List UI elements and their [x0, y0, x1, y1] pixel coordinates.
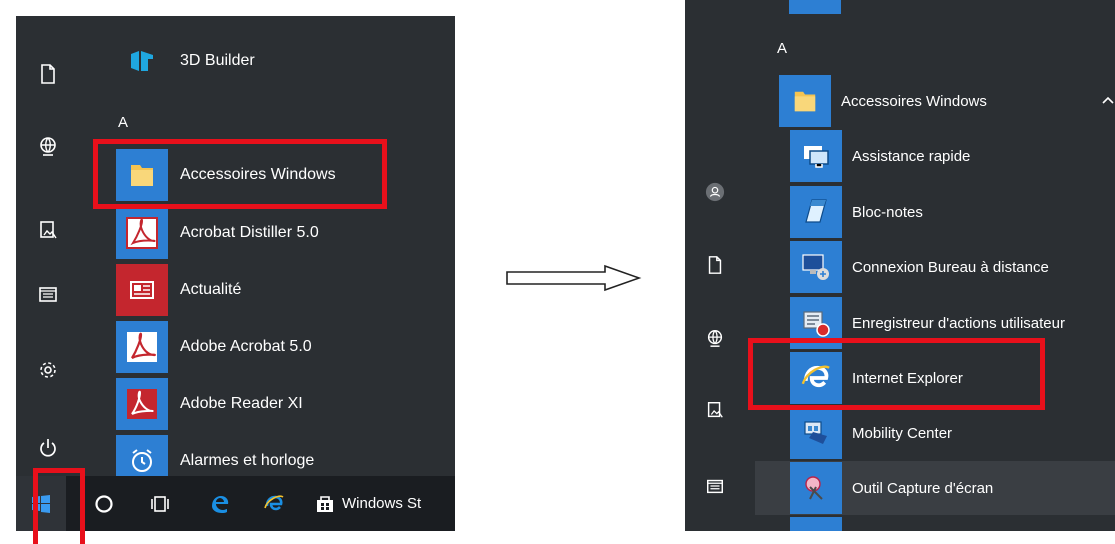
- app-acrobat-distiller[interactable]: Acrobat Distiller 5.0: [116, 205, 455, 261]
- windows-store-label: Windows St: [342, 495, 422, 512]
- network-globe-icon[interactable]: [701, 324, 729, 352]
- file-explorer-icon[interactable]: [34, 280, 62, 308]
- app-label: Alarmes et horloge: [180, 452, 315, 469]
- app-label: Acrobat Distiller 5.0: [180, 224, 319, 241]
- app-tile-partial: [789, 0, 841, 14]
- app-adobe-acrobat[interactable]: Adobe Acrobat 5.0: [116, 319, 455, 375]
- highlight-accessoires-windows: [93, 139, 387, 209]
- app-connexion-bureau-distance[interactable]: Connexion Bureau à distance: [790, 240, 1115, 294]
- chevron-up-icon[interactable]: [1101, 92, 1115, 110]
- transition-arrow-icon: [506, 264, 642, 292]
- app-label: Enregistreur d'actions utilisateur: [852, 314, 1065, 332]
- section-letter-a[interactable]: A: [118, 114, 128, 131]
- windows-store-icon: [314, 493, 336, 515]
- 3d-builder-icon: [116, 35, 168, 87]
- acrobat-distiller-icon: [116, 207, 168, 259]
- photos-icon[interactable]: [701, 396, 729, 424]
- section-letter-a[interactable]: A: [777, 40, 787, 57]
- notepad-icon: [790, 186, 842, 238]
- folder-icon: [779, 75, 831, 127]
- user-avatar-icon[interactable]: [701, 178, 729, 206]
- adobe-acrobat-icon: [116, 321, 168, 373]
- app-assistance-rapide[interactable]: Assistance rapide: [790, 129, 1115, 183]
- settings-gear-icon[interactable]: [34, 356, 62, 384]
- app-label: Adobe Reader XI: [180, 395, 303, 412]
- app-label: Connexion Bureau à distance: [852, 258, 1049, 276]
- start-menu-right: A Accessoires Windows Assistance rapide …: [685, 0, 1115, 531]
- mobility-center-icon: [790, 407, 842, 459]
- cortana-circle-icon[interactable]: [86, 476, 122, 531]
- folder-accessoires-windows[interactable]: Accessoires Windows: [779, 74, 1115, 128]
- documents-icon[interactable]: [701, 251, 729, 279]
- app-3d-builder[interactable]: 3D Builder: [116, 33, 455, 89]
- app-label: Assistance rapide: [852, 147, 971, 165]
- highlight-start-button: [33, 468, 85, 544]
- internet-explorer-icon[interactable]: [254, 476, 294, 531]
- app-label: Actualité: [180, 281, 242, 298]
- folder-label: Accessoires Windows: [841, 92, 987, 110]
- snipping-tool-icon: [790, 462, 842, 514]
- app-actualite[interactable]: Actualité: [116, 262, 455, 318]
- power-icon[interactable]: [34, 434, 62, 462]
- network-globe-icon[interactable]: [34, 132, 62, 160]
- app-bloc-notes[interactable]: Bloc-notes: [790, 185, 1115, 239]
- task-view-icon[interactable]: [140, 476, 180, 531]
- quick-assist-icon: [790, 130, 842, 182]
- taskbar-windows-store[interactable]: Windows St: [314, 476, 455, 531]
- app-label: Outil Capture d'écran: [852, 479, 994, 497]
- app-label: 3D Builder: [180, 52, 255, 69]
- adobe-reader-icon: [116, 378, 168, 430]
- photos-icon[interactable]: [34, 216, 62, 244]
- app-adobe-reader[interactable]: Adobe Reader XI: [116, 376, 455, 432]
- remote-desktop-icon: [790, 241, 842, 293]
- edge-icon[interactable]: [200, 476, 240, 531]
- app-label: Bloc-notes: [852, 203, 923, 221]
- app-outil-capture[interactable]: Outil Capture d'écran: [755, 461, 1115, 515]
- highlight-internet-explorer: [748, 338, 1045, 410]
- documents-icon[interactable]: [34, 60, 62, 88]
- file-explorer-icon[interactable]: [701, 472, 729, 500]
- app-label: Adobe Acrobat 5.0: [180, 338, 312, 355]
- app-mobility-center[interactable]: Mobility Center: [790, 406, 1115, 460]
- start-menu-left: 3D Builder A Accessoires Windows Acrobat…: [16, 16, 455, 531]
- news-icon: [116, 264, 168, 316]
- app-label: Mobility Center: [852, 424, 953, 442]
- app-tile-partial: [790, 517, 842, 531]
